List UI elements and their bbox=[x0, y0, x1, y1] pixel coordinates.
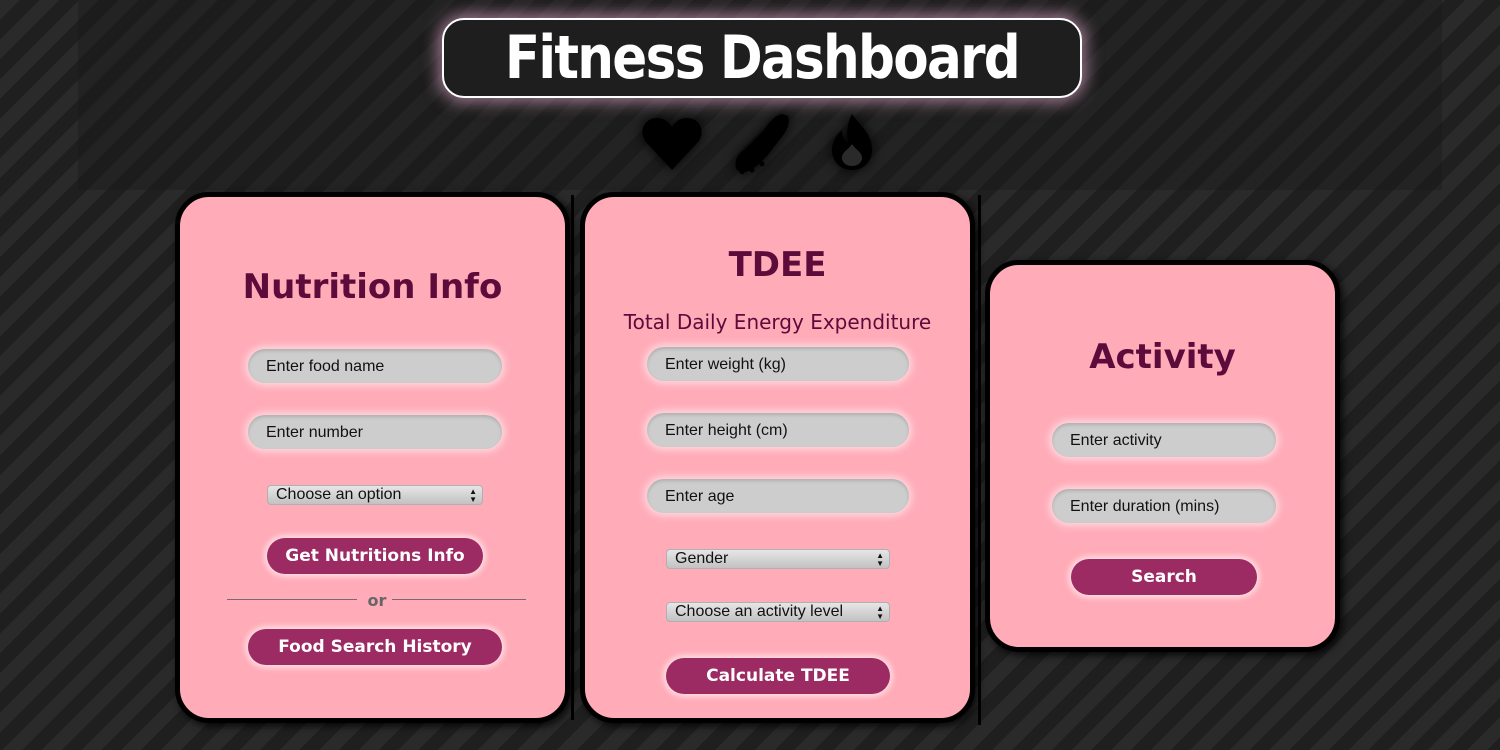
divider-line bbox=[571, 195, 574, 720]
duration-input[interactable] bbox=[1052, 489, 1276, 523]
age-input[interactable] bbox=[647, 479, 909, 513]
search-button[interactable]: Search bbox=[1071, 559, 1257, 595]
get-nutrition-info-button[interactable]: Get Nutritions Info bbox=[267, 538, 483, 574]
nutrition-card: Nutrition Info Choose an option ▲▼ Get N… bbox=[175, 192, 570, 723]
select-arrows-icon: ▲ ▼ bbox=[876, 604, 884, 621]
option-select[interactable]: Choose an option ▲ ▼ bbox=[267, 485, 483, 505]
activity-title: Activity bbox=[1089, 337, 1236, 377]
option-select-value: Choose an option bbox=[276, 486, 402, 503]
height-input[interactable] bbox=[647, 413, 909, 447]
food-search-history-button[interactable]: Food Search History bbox=[248, 629, 502, 665]
nutrition-title: Nutrition Info bbox=[242, 267, 503, 307]
gender-select-value: Gender bbox=[675, 550, 729, 567]
weight-input[interactable] bbox=[647, 347, 909, 381]
calculate-tdee-button[interactable]: Calculate TDEE bbox=[666, 658, 890, 694]
select-arrows-icon: ▲ ▼ bbox=[876, 551, 884, 568]
activity-card: Activity Search bbox=[985, 260, 1340, 652]
or-label: or bbox=[367, 591, 387, 610]
activity-level-select-value: Choose an activity level bbox=[675, 603, 844, 620]
divider-line bbox=[978, 195, 981, 725]
page-title: Fitness Dashboard bbox=[504, 23, 1021, 93]
tdee-card: TDEE Total Daily Energy Expenditure Gend… bbox=[580, 192, 975, 723]
or-divider-line bbox=[227, 599, 357, 600]
fire-icon bbox=[832, 114, 872, 170]
sneaker-icon bbox=[735, 114, 789, 174]
gender-select[interactable]: Gender ▲ ▼ bbox=[666, 549, 890, 569]
heart-icon bbox=[642, 118, 702, 170]
tdee-title: TDEE bbox=[728, 245, 827, 285]
activity-level-select[interactable]: Choose an activity level ▲ ▼ bbox=[666, 602, 890, 622]
title-banner: Fitness Dashboard bbox=[442, 18, 1082, 98]
number-input[interactable] bbox=[248, 415, 502, 449]
food-name-input[interactable] bbox=[248, 349, 502, 383]
tdee-subtitle: Total Daily Energy Expenditure bbox=[623, 310, 932, 334]
select-arrows-icon: ▲ ▼ bbox=[469, 487, 477, 504]
or-divider-line bbox=[392, 599, 526, 600]
activity-input[interactable] bbox=[1052, 423, 1276, 457]
